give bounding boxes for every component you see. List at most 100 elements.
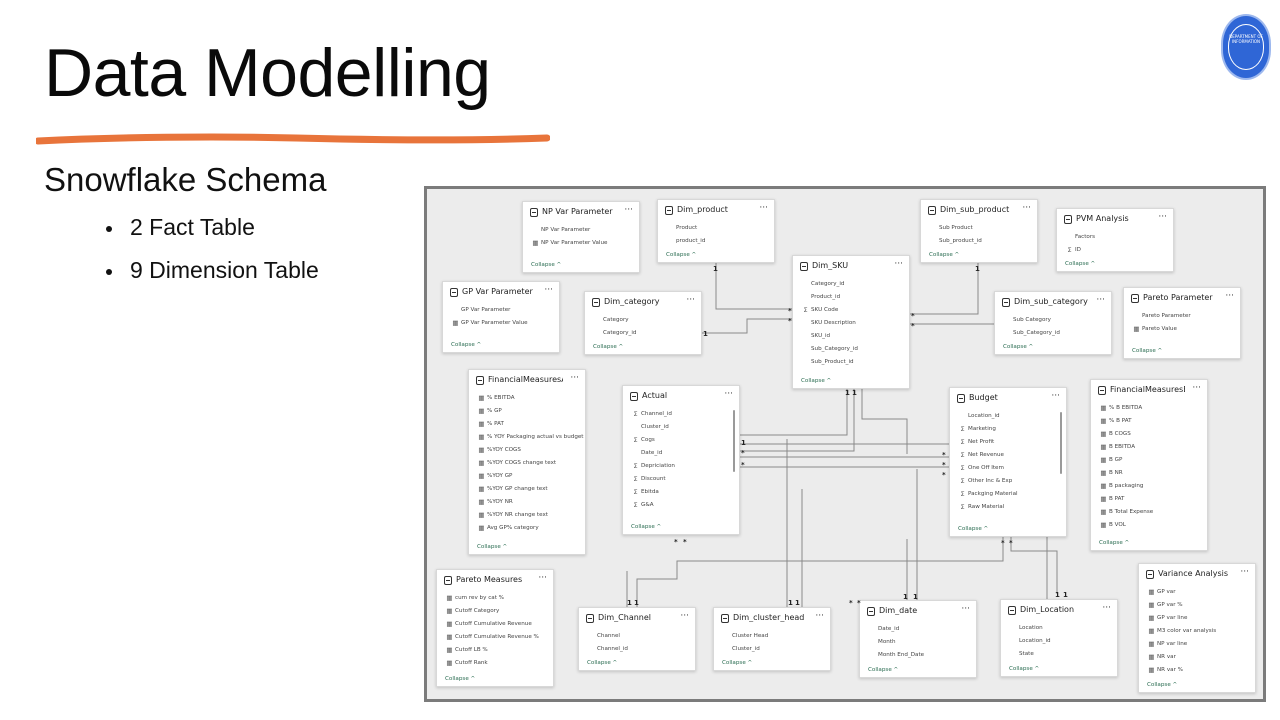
table-field[interactable]: Cluster_id [631,421,731,434]
table-field[interactable]: ▦ Cutoff Cumulative Revenue % [445,631,545,644]
collapse-link[interactable]: Collapse ^ [451,342,481,348]
table-field[interactable]: GP Var Parameter [451,304,551,317]
table-field[interactable]: Σ SKU Code [801,304,901,317]
np-var-parameter-card[interactable]: NP Var Parameter ··· NP Var Parameter ▦ NP V… [522,201,640,273]
table-field[interactable]: Σ One Off Item [958,462,1058,475]
more-options-icon[interactable]: ··· [1192,383,1201,393]
more-options-icon[interactable]: ··· [724,389,733,399]
table-card-header[interactable]: Dim_cluster_head ··· [714,608,830,630]
table-field[interactable]: ▦ %YOY COGS change text [477,457,577,470]
table-field[interactable]: Σ Discount [631,473,731,486]
financial-measures-actual-card[interactable]: FinancialMeasuresActual···▦% EBITDA▦% GP… [468,369,586,555]
actual-fact-card[interactable]: Actual ··· Σ Channel_id Cluster_id Σ Cogs Date_… [622,385,740,535]
more-options-icon[interactable]: ··· [759,203,768,213]
table-field[interactable]: ▦ GP var % [1147,599,1247,612]
table-field[interactable]: Category_id [801,278,901,291]
table-field[interactable]: Σ Net Revenue [958,449,1058,462]
more-options-icon[interactable]: ··· [538,573,547,583]
dim-channel-card[interactable]: Dim_Channel ··· Channel Channel_id Collapse … [578,607,696,671]
more-options-icon[interactable]: ··· [1240,567,1249,577]
table-field[interactable]: ▦ NR var % [1147,664,1247,677]
scrollbar[interactable] [1060,412,1062,475]
table-field[interactable]: ▦ %YOY GP [477,470,577,483]
relationship-line[interactable] [740,389,848,436]
table-field[interactable]: ▦ Cutoff Cumulative Revenue [445,618,545,631]
table-field[interactable]: Sub_Category_id [1003,327,1103,340]
table-field[interactable]: ▦% EBITDA [477,392,577,405]
more-options-icon[interactable]: ··· [815,611,824,621]
more-options-icon[interactable]: ··· [624,205,633,215]
dim-date-card[interactable]: Dim_date ··· Date_id Month Month End_Date Col… [859,600,977,678]
table-field[interactable]: Cluster Head [722,630,822,643]
table-field[interactable]: ▦% PAT [477,418,577,431]
collapse-link[interactable]: Collapse ^ [868,667,898,673]
table-field[interactable]: ▦ Pareto Value [1132,323,1232,336]
relationship-line[interactable] [740,389,855,452]
gp-var-parameter-card[interactable]: GP Var Parameter ··· GP Var Parameter ▦ GP V… [442,281,560,353]
table-field[interactable]: Date_id [868,623,968,636]
table-field[interactable]: Pareto Parameter [1132,310,1232,323]
relationship-line[interactable] [1010,537,1058,594]
table-field[interactable]: Location [1009,622,1109,635]
table-field[interactable]: ▦ %YOY NR [477,496,577,509]
dim-location-card[interactable]: Dim_Location ··· Location Location_id State C… [1000,599,1118,677]
table-field[interactable]: State [1009,648,1109,661]
table-field[interactable]: Factors [1065,231,1165,244]
collapse-link[interactable]: Collapse ^ [477,544,507,550]
table-field[interactable]: ▦ Cutoff Rank [445,657,545,670]
table-field[interactable]: Category [593,314,693,327]
table-field[interactable]: ▦ NR var [1147,651,1247,664]
table-field[interactable]: ▦ Cutoff Category [445,605,545,618]
table-field[interactable]: Sub_Product_id [801,356,901,369]
table-field[interactable]: ▦ NP Var Parameter Value [531,237,631,250]
table-field[interactable]: Σ Channel_id [631,408,731,421]
table-field[interactable]: Sub_Category_id [801,343,901,356]
relationship-line[interactable] [715,263,792,310]
table-field[interactable]: ▦% GP [477,405,577,418]
table-card-header[interactable]: FinancialMeasuresBudget ··· [1091,380,1207,402]
dim-product-card[interactable]: Dim_product ··· Product product_id Collapse … [657,199,775,263]
pareto-measures-card[interactable]: Pareto Measures ··· ▦ cum rev by cat % ▦ Cuto… [436,569,554,687]
table-field[interactable]: NP Var Parameter [531,224,631,237]
table-field[interactable]: ▦% B PAT [1099,415,1199,428]
collapse-link[interactable]: Collapse ^ [801,378,831,384]
more-options-icon[interactable]: ··· [1102,603,1111,613]
table-field[interactable]: ▦ B PAT [1099,493,1199,506]
table-field[interactable]: Location_id [1009,635,1109,648]
pareto-parameter-card[interactable]: Pareto Parameter ··· Pareto Parameter ▦ Pare… [1123,287,1241,359]
table-field[interactable]: Σ Net Profit [958,436,1058,449]
table-card-header[interactable]: Actual ··· [623,386,739,408]
collapse-link[interactable]: Collapse ^ [929,252,959,258]
table-field[interactable]: Σ Other Inc & Exp [958,475,1058,488]
table-card-header[interactable]: Dim_Location ··· [1001,600,1117,622]
table-field[interactable]: ▦ GP Var Parameter Value [451,317,551,330]
more-options-icon[interactable]: ··· [961,604,970,614]
more-options-icon[interactable]: ··· [570,373,579,383]
table-field[interactable]: ▦ GP var [1147,586,1247,599]
pvm-analysis-card[interactable]: PVM Analysis ··· Factors Σ ID Collapse ^ [1056,208,1174,272]
more-options-icon[interactable]: ··· [894,259,903,269]
more-options-icon[interactable]: ··· [686,295,695,305]
collapse-link[interactable]: Collapse ^ [593,344,623,350]
table-field[interactable]: ▦ B COGS [1099,428,1199,441]
table-field[interactable]: Month [868,636,968,649]
table-field[interactable]: Location_id [958,410,1058,423]
variance-analysis-card[interactable]: Variance Analysis ··· ▦ GP var ▦ GP var % ▦ GP … [1138,563,1256,693]
table-field[interactable]: Channel_id [587,643,687,656]
scrollbar[interactable] [733,410,735,473]
table-field[interactable]: Product [666,222,766,235]
collapse-link[interactable]: Collapse ^ [722,660,752,666]
collapse-link[interactable]: Collapse ^ [1099,540,1129,546]
table-field[interactable]: Σ G&A [631,499,731,512]
table-field[interactable]: Date_id [631,447,731,460]
table-field[interactable]: ▦ cum rev by cat % [445,592,545,605]
table-field[interactable]: ▦ Cutoff LB % [445,644,545,657]
table-field[interactable]: Cluster_id [722,643,822,656]
more-options-icon[interactable]: ··· [1096,295,1105,305]
table-field[interactable]: Σ Marketing [958,423,1058,436]
table-card-header[interactable]: Variance Analysis ··· [1139,564,1255,586]
dim-cluster-head-card[interactable]: Dim_cluster_head ··· Cluster Head Cluster_i… [713,607,831,671]
more-options-icon[interactable]: ··· [1051,391,1060,401]
table-card-header[interactable]: Budget ··· [950,388,1066,410]
table-card-header[interactable]: FinancialMeasuresActual ··· [469,370,585,392]
